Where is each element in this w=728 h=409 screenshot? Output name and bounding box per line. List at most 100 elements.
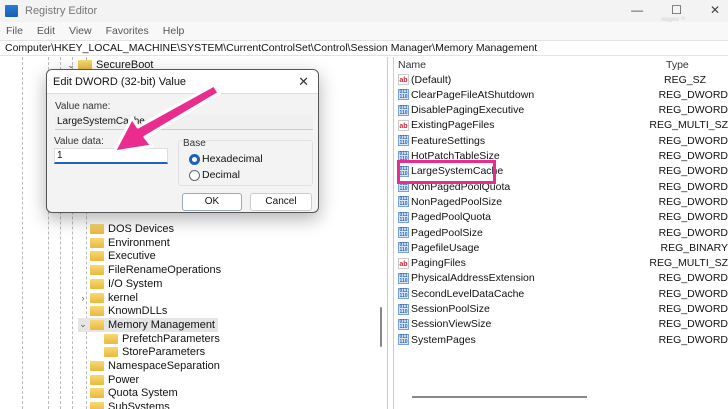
tree-item[interactable]: NamespaceSeparation [78,359,220,373]
value-name-label: Value name: [55,101,111,112]
value-name: PagedPoolSize [411,226,483,239]
chevron-icon[interactable]: ⌄ [78,319,88,330]
value-row[interactable]: 011 110 PagefileUsage REG_BINARY [398,240,728,255]
tree-item[interactable]: DOS Devices [78,222,174,236]
decimal-radio[interactable]: Decimal [189,169,240,181]
value-type: REG_SZ [664,73,707,86]
value-name: SecondLevelDataCache [411,287,525,300]
binary-value-icon: 011 110 [398,288,409,300]
folder-icon [90,374,104,385]
value-row[interactable]: 011 110 PhysicalAddressExtension REG_DWORD [398,271,728,286]
dialog-title: Edit DWORD (32-bit) Value [47,70,318,94]
value-row[interactable]: 011 110 FeatureSettings REG_DWORD [398,133,728,148]
value-type: REG_DWORD [658,104,728,117]
tree-item[interactable]: Executive [78,249,156,263]
column-name-header[interactable]: Name [398,59,426,71]
tree-item-label: StoreParameters [122,346,206,359]
value-row[interactable]: ab (Default) REG_SZ [398,72,728,87]
address-bar[interactable]: Computer\HKEY_LOCAL_MACHINE\SYSTEM\Curre… [0,40,728,56]
value-name: SessionPoolSize [411,303,490,315]
value-data-label: Value data: [54,136,104,147]
tree-item[interactable]: Environment [78,236,170,250]
value-row[interactable]: 011 110 SystemPages REG_DWORD [398,332,728,347]
value-row[interactable]: ab ExistingPageFiles REG_MULTI_SZ [398,118,728,133]
column-type-header[interactable]: Type [666,59,689,71]
radio-selected-icon [189,153,200,165]
value-name: NonPagedPoolSize [411,195,503,208]
value-name: PagingFiles [411,257,466,270]
folder-icon [90,251,104,262]
tree-item-label: I/O System [108,277,163,290]
value-name: PagedPoolQuota [411,211,491,224]
value-row[interactable]: 011 110 PagedPoolSize REG_DWORD [398,225,728,240]
value-type: REG_DWORD [658,88,728,101]
value-type: REG_DWORD [658,134,728,147]
menu-help[interactable]: Help [163,25,185,37]
value-row[interactable]: 011 110 SecondLevelDataCache REG_DWORD [398,286,728,301]
menu-view[interactable]: View [69,25,92,37]
tree-item[interactable]: StoreParameters [92,345,205,359]
base-group: Base Hexadecimal Decimal [178,138,313,186]
tree-item[interactable]: I/O System [78,277,162,291]
tree-scrollbar[interactable] [380,307,382,347]
highlight-box [397,160,496,184]
tree-item-label: FileRenameOperations [108,264,222,277]
value-row[interactable]: 011 110 PagedPoolQuota REG_DWORD [398,210,728,225]
menu-file[interactable]: File [6,25,23,37]
dialog-close-icon[interactable]: ✕ [298,74,309,90]
folder-icon [90,278,104,289]
value-name: SystemPages [411,333,476,346]
binary-value-icon: 011 110 [398,303,409,315]
folder-icon [90,224,104,234]
tree-item[interactable]: ⌄ Memory Management [78,317,218,332]
value-row[interactable]: 011 110 DisablePagingExecutive REG_DWORD [398,103,728,118]
string-value-icon: ab [398,119,409,131]
values-scrollbar[interactable] [412,396,587,398]
value-type: REG_DWORD [658,180,728,193]
binary-value-icon: 011 110 [398,135,409,147]
folder-icon [90,388,104,399]
tree-item[interactable]: Power [78,373,139,387]
folder-icon [90,265,104,276]
folder-icon [90,306,104,317]
tree-item[interactable]: Quota System [78,386,178,400]
hexadecimal-radio[interactable]: Hexadecimal [189,153,263,165]
folder-icon [104,347,118,358]
binary-value-icon: 011 110 [398,89,409,101]
value-type: REG_MULTI_SZ [649,119,728,132]
ok-button[interactable]: OK [182,193,242,211]
menu-edit[interactable]: Edit [37,25,55,37]
value-name: PhysicalAddressExtension [411,272,535,285]
value-data-input[interactable]: 1 [54,148,168,164]
value-row[interactable]: 011 110 SessionPoolSize REG_DWORD [398,302,728,317]
value-type: REG_DWORD [658,272,728,285]
value-name: DisablePagingExecutive [411,104,525,117]
tree-item[interactable]: › kernel [78,291,138,305]
value-row[interactable]: ab PagingFiles REG_MULTI_SZ [398,256,728,271]
chevron-icon[interactable]: › [78,293,88,303]
value-type: REG_DWORD [658,165,728,178]
menu-favorites[interactable]: Favorites [106,25,149,37]
window-title: Registry Editor [25,5,98,17]
value-name-field: LargeSystemCache [55,114,313,130]
cancel-button[interactable]: Cancel [250,193,312,211]
binary-value-icon: 011 110 [398,227,409,238]
value-type: REG_DWORD [658,226,728,239]
value-row[interactable]: 011 110 SessionViewSize REG_DWORD [398,317,728,332]
tree-item-label: PrefetchParameters [122,332,220,345]
value-row[interactable]: 011 110 ClearPageFileAtShutdown REG_DWORD [398,87,728,102]
tree-item-label: Executive [108,250,156,263]
binary-value-icon: 011 110 [398,211,409,223]
binary-value-icon: 011 110 [398,104,409,116]
value-name: SessionViewSize [411,318,492,331]
value-row[interactable]: 011 110 NonPagedPoolSize REG_DWORD [398,194,728,209]
registry-editor-icon [5,5,18,17]
minimize-button[interactable]: — [631,3,643,17]
value-name: PagefileUsage [411,241,480,254]
tree-item[interactable]: FileRenameOperations [78,263,221,277]
string-value-icon: ab [398,74,409,85]
tree-item[interactable]: KnownDLLs [78,304,167,318]
radio-unselected-icon [189,169,200,181]
tree-item[interactable]: PrefetchParameters [92,332,220,346]
tree-item[interactable]: SubSystems [78,400,170,409]
